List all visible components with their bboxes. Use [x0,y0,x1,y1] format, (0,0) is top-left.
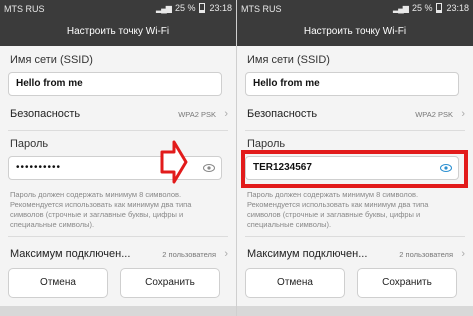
security-label: Безопасность [10,108,81,120]
clock: 23:18 [209,3,232,13]
password-input[interactable]: •••••••••• [8,156,222,180]
max-connections-row[interactable]: Максимум подключен... 2 пользователя › [237,240,473,268]
nav-bar [0,306,236,316]
password-label: Пароль [10,138,49,150]
password-value: •••••••••• [16,162,62,173]
cancel-button[interactable]: Отмена [8,268,108,298]
max-connections-row[interactable]: Максимум подключен... 2 пользователя › [0,240,236,268]
chevron-right-icon: › [461,108,465,120]
signal-icon: ▂▄▆ [392,3,409,13]
security-value: WPA2 PSK [415,110,453,119]
highlight-box [241,150,468,188]
ssid-input[interactable]: Hello from me [245,72,459,96]
ssid-input[interactable]: Hello from me [8,72,222,96]
cancel-button[interactable]: Отмена [245,268,345,298]
chevron-right-icon: › [224,108,228,120]
save-button[interactable]: Сохранить [120,268,220,298]
signal-icon: ▂▄▆ [155,3,172,13]
password-hint: Пароль должен содержать минимум 8 символ… [10,190,192,229]
battery-percent: 25 % [174,3,196,13]
status-bar: MTS RUS ▂▄▆ 25 % 23:18 [0,0,236,18]
battery-percent: 25 % [411,3,433,13]
password-hint: Пароль должен содержать минимум 8 символ… [247,190,429,229]
arrow-right-icon [160,140,188,184]
divider [245,236,465,237]
security-row[interactable]: Безопасность WPA2 PSK › [0,100,236,128]
eye-icon[interactable] [203,163,215,173]
battery-icon [199,3,206,13]
carrier-label: MTS RUS [241,4,282,14]
status-bar: MTS RUS ▂▄▆ 25 % 23:18 [237,0,473,18]
security-row[interactable]: Безопасность WPA2 PSK › [237,100,473,128]
divider [8,236,228,237]
chevron-right-icon: › [224,248,228,260]
chevron-right-icon: › [461,248,465,260]
max-connections-value: 2 пользователя [399,250,453,259]
phone-screen-left: MTS RUS ▂▄▆ 25 % 23:18 Настроить точку W… [0,0,236,316]
max-connections-label: Максимум подключен... [247,248,368,260]
clock: 23:18 [446,3,469,13]
save-button[interactable]: Сохранить [357,268,457,298]
password-label: Пароль [247,138,286,150]
carrier-label: MTS RUS [4,4,45,14]
battery-icon [436,3,443,13]
ssid-label: Имя сети (SSID) [247,54,330,66]
max-connections-label: Максимум подключен... [10,248,131,260]
security-label: Безопасность [247,108,318,120]
security-value: WPA2 PSK [178,110,216,119]
divider [245,130,465,131]
max-connections-value: 2 пользователя [162,250,216,259]
divider [8,130,228,131]
page-title: Настроить точку Wi-Fi [237,18,473,46]
page-title: Настроить точку Wi-Fi [0,18,236,46]
nav-bar [237,306,473,316]
ssid-label: Имя сети (SSID) [10,54,93,66]
